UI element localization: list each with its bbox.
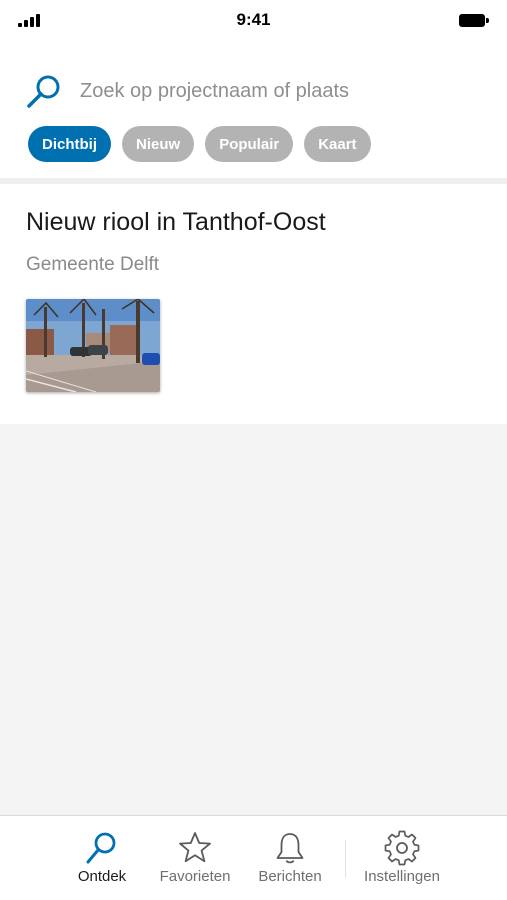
star-icon bbox=[179, 832, 211, 863]
tab-ontdek[interactable]: Ontdek bbox=[60, 816, 144, 900]
project-image[interactable] bbox=[26, 299, 160, 392]
street-photo-icon bbox=[26, 299, 160, 392]
filter-chip-nieuw[interactable]: Nieuw bbox=[122, 126, 195, 162]
tab-label: Ontdek bbox=[77, 868, 127, 885]
filter-chip-populair[interactable]: Populair bbox=[205, 126, 294, 162]
battery-icon bbox=[459, 14, 489, 27]
tab-berichten[interactable]: Berichten bbox=[248, 816, 332, 900]
project-municipality: Gemeente Delft bbox=[26, 254, 160, 275]
search-icon bbox=[86, 832, 116, 864]
tab-separator bbox=[345, 840, 346, 878]
bell-icon bbox=[276, 833, 304, 864]
project-title: Nieuw riool in Tanthof-Oost bbox=[26, 208, 326, 236]
status-bar: 9:41 bbox=[0, 0, 507, 44]
search-bar[interactable] bbox=[0, 68, 507, 114]
filter-chips: Dichtbij Nieuw Populair Kaart bbox=[28, 126, 371, 162]
filter-chip-kaart[interactable]: Kaart bbox=[304, 126, 371, 162]
tab-label: Instellingen bbox=[364, 868, 440, 885]
search-icon bbox=[27, 75, 60, 108]
tab-favorieten[interactable]: Favorieten bbox=[150, 816, 240, 900]
search-input[interactable] bbox=[80, 76, 480, 106]
tab-bar: Ontdek Favorieten Berichten Instellingen bbox=[0, 815, 507, 900]
filter-chip-dichtbij[interactable]: Dichtbij bbox=[28, 126, 111, 162]
tab-label: Berichten bbox=[258, 868, 322, 885]
status-time: 9:41 bbox=[236, 10, 271, 29]
gear-icon bbox=[384, 830, 420, 866]
project-card[interactable]: Nieuw riool in Tanthof-Oost Gemeente Del… bbox=[0, 184, 507, 424]
tab-label: Favorieten bbox=[159, 868, 231, 885]
header-panel: 9:41 Dichtbij Nieuw Populair Kaart bbox=[0, 0, 507, 178]
tab-instellingen[interactable]: Instellingen bbox=[354, 816, 450, 900]
